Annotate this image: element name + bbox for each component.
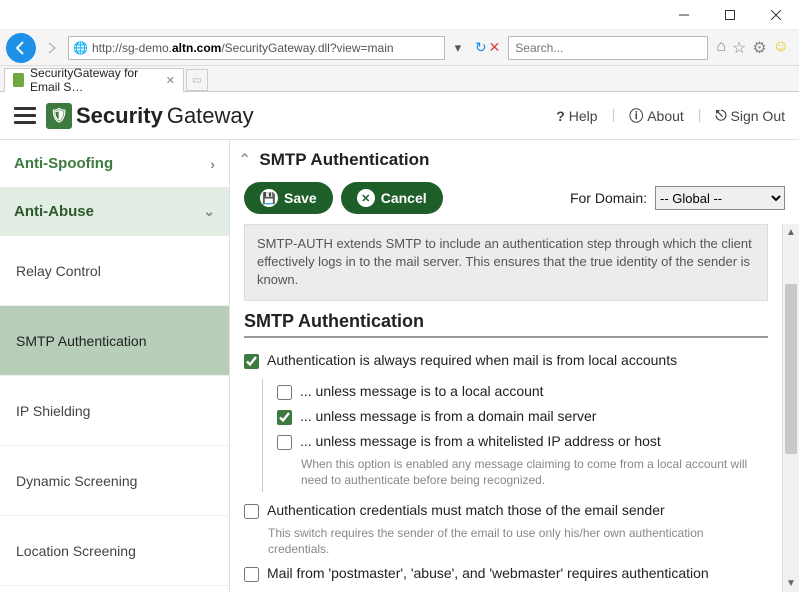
- logo-text-1: Security: [76, 103, 163, 129]
- checkbox-unless-whitelisted-ip[interactable]: [277, 435, 292, 450]
- option-label: Authentication is always required when m…: [267, 352, 677, 368]
- chevron-down-icon: ⌄: [203, 203, 215, 220]
- save-icon: 💾: [260, 189, 278, 207]
- browser-search-input[interactable]: [515, 41, 701, 55]
- checkbox-auth-required[interactable]: [244, 354, 259, 369]
- for-domain-label: For Domain:: [570, 190, 647, 206]
- scrollbar-thumb[interactable]: [785, 284, 797, 454]
- option-label: Mail from 'postmaster', 'abuse', and 'we…: [267, 565, 709, 581]
- cancel-button[interactable]: ✕ Cancel: [341, 182, 443, 214]
- window-minimize-button[interactable]: [661, 0, 707, 30]
- browser-address-field[interactable]: 🌐 http://sg-demo.altn.com/SecurityGatewa…: [68, 36, 445, 60]
- about-link[interactable]: ⓘAbout: [629, 106, 684, 126]
- sidebar-item-location-screening[interactable]: Location Screening: [0, 516, 229, 586]
- browser-tab-row: SecurityGateway for Email S… ✕ ▭: [0, 66, 799, 92]
- home-icon[interactable]: ⌂: [716, 38, 726, 58]
- tab-title: SecurityGateway for Email S…: [30, 66, 160, 94]
- page-title: SMTP Authentication: [259, 150, 429, 170]
- favicon-icon: [13, 73, 24, 87]
- browser-stop-button[interactable]: ✕: [489, 39, 501, 56]
- separator: |: [612, 106, 616, 126]
- option-label: ... unless message is from a domain mail…: [300, 408, 596, 424]
- sidebar-section-anti-abuse[interactable]: Anti-Abuse ⌄: [0, 188, 229, 236]
- favorites-icon[interactable]: ☆: [732, 38, 746, 58]
- sidebar-section-label: Anti-Spoofing: [14, 155, 113, 172]
- signout-label: Sign Out: [731, 108, 785, 124]
- sidebar-item-dynamic-screening[interactable]: Dynamic Screening: [0, 446, 229, 516]
- tools-icon[interactable]: ⚙: [752, 38, 766, 58]
- info-icon: ⓘ: [629, 106, 643, 126]
- browser-url-bar: 🌐 http://sg-demo.altn.com/SecurityGatewa…: [0, 30, 799, 66]
- checkbox-unless-local-account[interactable]: [277, 385, 292, 400]
- sidebar-section-label: Anti-Abuse: [14, 203, 94, 220]
- domain-select[interactable]: -- Global --: [655, 186, 785, 210]
- collapse-content-button[interactable]: ⌃: [238, 150, 251, 170]
- menu-toggle-button[interactable]: [14, 107, 36, 124]
- url-text: http://sg-demo.altn.com/SecurityGateway.…: [92, 41, 394, 55]
- content-pane: ⌃ SMTP Authentication 💾 Save ✕ Cancel Fo…: [230, 140, 799, 592]
- sidebar-item-label: SMTP Authentication: [16, 333, 146, 349]
- section-heading: SMTP Authentication: [244, 311, 768, 338]
- sidebar-item-smtp-authentication[interactable]: SMTP Authentication: [0, 306, 229, 376]
- chevron-right-icon: ›: [210, 156, 215, 172]
- option-label: ... unless message is from a whitelisted…: [300, 433, 661, 449]
- scroll-down-button[interactable]: ▼: [783, 575, 799, 592]
- window-titlebar: [0, 0, 799, 30]
- checkbox-postmaster-requires-auth[interactable]: [244, 567, 259, 582]
- browser-refresh-button[interactable]: ↻: [475, 39, 487, 56]
- about-label: About: [647, 108, 684, 124]
- vertical-scrollbar[interactable]: ▲ ▼: [782, 224, 799, 592]
- sidebar-item-label: Location Screening: [16, 543, 136, 559]
- option-label: Authentication credentials must match th…: [267, 502, 665, 518]
- new-tab-button[interactable]: ▭: [186, 69, 208, 91]
- browser-back-button[interactable]: [6, 33, 36, 63]
- shield-icon: 🛡: [46, 103, 72, 129]
- separator: |: [698, 106, 702, 126]
- cancel-label: Cancel: [381, 190, 427, 206]
- checkbox-creds-match-sender[interactable]: [244, 504, 259, 519]
- browser-tab[interactable]: SecurityGateway for Email S… ✕: [4, 68, 184, 92]
- sidebar-item-ip-shielding[interactable]: IP Shielding: [0, 376, 229, 446]
- sidebar-item-relay-control[interactable]: Relay Control: [0, 236, 229, 306]
- help-icon: ?: [556, 108, 565, 124]
- tab-close-button[interactable]: ✕: [166, 74, 175, 87]
- help-label: Help: [569, 108, 598, 124]
- browser-forward-button[interactable]: [40, 36, 64, 60]
- cancel-icon: ✕: [357, 189, 375, 207]
- globe-icon: 🌐: [73, 41, 88, 55]
- signout-link[interactable]: ⎋ Sign Out: [715, 106, 785, 126]
- sidebar: Anti-Spoofing › Anti-Abuse ⌄ Relay Contr…: [0, 140, 230, 592]
- sidebar-item-label: IP Shielding: [16, 403, 90, 419]
- save-button[interactable]: 💾 Save: [244, 182, 333, 214]
- save-label: Save: [284, 190, 317, 206]
- sidebar-section-anti-spoofing[interactable]: Anti-Spoofing ›: [0, 140, 229, 188]
- scroll-up-button[interactable]: ▲: [783, 224, 799, 241]
- page-description: SMTP-AUTH extends SMTP to include an aut…: [244, 224, 768, 301]
- browser-search-box[interactable]: [508, 36, 708, 60]
- checkbox-unless-domain-mail-server[interactable]: [277, 410, 292, 425]
- signout-icon: ⎋: [715, 107, 726, 124]
- help-link[interactable]: ?Help: [556, 106, 597, 126]
- logo-text-2: Gateway: [167, 103, 254, 129]
- sidebar-item-label: Dynamic Screening: [16, 473, 137, 489]
- option-help-text: When this option is enabled any message …: [277, 454, 768, 492]
- option-label: ... unless message is to a local account: [300, 383, 544, 399]
- window-maximize-button[interactable]: [707, 0, 753, 30]
- app-header: 🛡 SecurityGateway ?Help | ⓘAbout | ⎋ Sign…: [0, 92, 799, 140]
- app-logo: 🛡 SecurityGateway: [46, 103, 254, 129]
- option-help-text: This switch requires the sender of the e…: [244, 523, 768, 561]
- feedback-icon[interactable]: ☺: [773, 38, 789, 58]
- sidebar-item-label: Relay Control: [16, 263, 101, 279]
- url-dropdown-button[interactable]: ▾: [449, 40, 467, 56]
- window-close-button[interactable]: [753, 0, 799, 30]
